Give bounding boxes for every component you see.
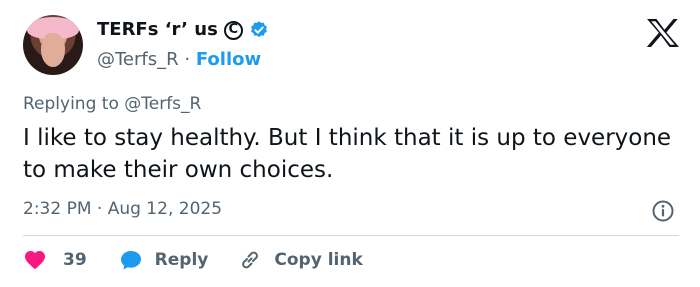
action-bar: 39 Reply Copy link: [23, 247, 363, 273]
follow-button[interactable]: Follow: [196, 49, 261, 70]
author-handle[interactable]: @Terfs_R: [97, 49, 179, 70]
replying-mention[interactable]: @Terfs_R: [124, 94, 201, 114]
heart-icon: [25, 251, 45, 270]
copy-link-button[interactable]: Copy link: [238, 248, 363, 272]
tweet-text: I like to stay healthy. But I think that…: [23, 125, 672, 183]
copy-link-label: Copy link: [274, 250, 363, 270]
reply-label: Reply: [154, 250, 209, 270]
speech-bubble-icon: [120, 251, 141, 270]
author-name-row: TERFs ‘r’ us C: [97, 19, 269, 41]
divider: [23, 235, 679, 236]
copyright-icon: C: [223, 20, 243, 40]
verified-badge-icon: [250, 21, 267, 38]
avatar-face: [41, 33, 65, 67]
link-icon: [242, 251, 259, 269]
like-count: 39: [63, 250, 87, 270]
avatar[interactable]: [23, 15, 83, 75]
replying-prefix: Replying to: [23, 94, 119, 114]
info-icon[interactable]: [651, 199, 675, 223]
author-handle-row: @Terfs_R · Follow: [97, 49, 261, 71]
author-display-name[interactable]: TERFs ‘r’ us: [97, 19, 218, 41]
handle-separator: ·: [184, 49, 191, 70]
reply-button[interactable]: Reply: [119, 248, 209, 272]
replying-to: Replying to @Terfs_R: [23, 94, 201, 114]
like-button[interactable]: 39: [23, 248, 87, 272]
tweet-timestamp[interactable]: 2:32 PM · Aug 12, 2025: [23, 199, 222, 219]
x-logo-icon[interactable]: [646, 18, 680, 48]
